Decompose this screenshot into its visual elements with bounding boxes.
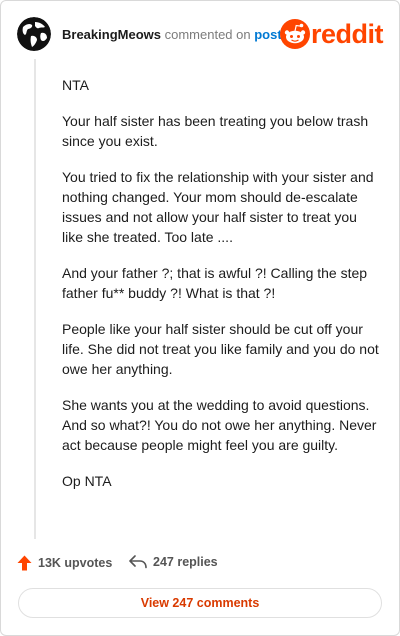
comment-paragraph: And your father ?; that is awful ?! Call… xyxy=(62,265,368,301)
upvote-arrow-icon xyxy=(17,555,32,571)
globe-avatar-icon xyxy=(17,17,51,51)
reply-arrow-icon xyxy=(129,555,147,569)
comment-paragraph: Your half sister has been treating you b… xyxy=(62,113,369,149)
comment-paragraph: You tried to fix the relationship with y… xyxy=(62,169,374,245)
comment-body: NTA Your half sister has been treating y… xyxy=(62,75,380,507)
comment-header: BreakingMeows commented on post reddit xyxy=(17,15,385,53)
post-link[interactable]: post xyxy=(254,27,281,42)
comment-meta: BreakingMeows commented on post xyxy=(62,27,282,42)
user-avatar[interactable] xyxy=(17,17,51,51)
comment-paragraph: People like your half sister should be c… xyxy=(62,321,379,377)
action-text: commented on xyxy=(164,27,251,42)
reddit-wordmark: reddit xyxy=(311,19,384,49)
reddit-logo[interactable]: reddit xyxy=(280,19,385,49)
thread-line xyxy=(34,59,36,539)
comment-paragraph: She wants you at the wedding to avoid qu… xyxy=(62,397,377,453)
comment-footer: 13K upvotes 247 replies xyxy=(17,553,385,575)
reply-count: 247 replies xyxy=(153,555,218,569)
view-comments-button[interactable]: View 247 comments xyxy=(18,588,382,618)
comment-paragraph: Op NTA xyxy=(62,473,112,489)
comment-card: BreakingMeows commented on post reddit N… xyxy=(0,0,400,636)
comment-paragraph: NTA xyxy=(62,77,89,93)
upvote-button[interactable]: 13K upvotes xyxy=(17,555,112,571)
upvote-count: 13K upvotes xyxy=(38,556,113,570)
reddit-snoo-icon xyxy=(280,19,310,49)
replies-button[interactable]: 247 replies xyxy=(129,555,218,569)
username-link[interactable]: BreakingMeows xyxy=(62,27,161,42)
